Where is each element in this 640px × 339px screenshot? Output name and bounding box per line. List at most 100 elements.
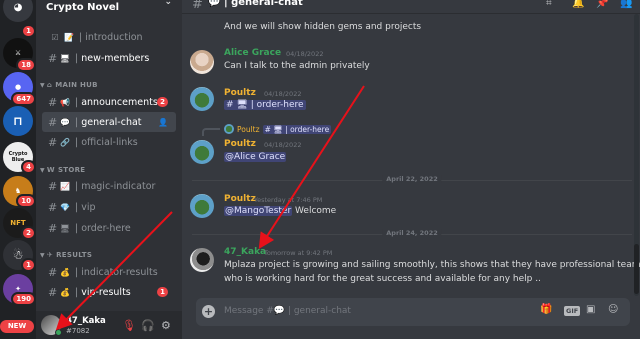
threads-icon[interactable]: ⌗ bbox=[546, 0, 552, 9]
message-author[interactable]: 47_Kaka bbox=[224, 247, 266, 257]
channel-emoji: 📝 bbox=[64, 32, 74, 42]
hash-icon: # bbox=[48, 221, 58, 235]
sticker-icon[interactable]: ▣ bbox=[586, 304, 595, 315]
category-main-hub[interactable]: ▼ ⌂ MAIN HUB bbox=[40, 79, 176, 91]
rocket-icon: ✈ bbox=[46, 251, 54, 259]
house-icon: ⌂ bbox=[46, 81, 53, 89]
avatar[interactable] bbox=[190, 140, 214, 164]
checkbox-icon: ☑ bbox=[51, 32, 59, 42]
message-author[interactable]: Poultz bbox=[224, 139, 256, 149]
rail-badge: 18 bbox=[16, 58, 36, 72]
pin-icon[interactable]: 📌 bbox=[596, 0, 608, 9]
channel-emoji: 🔗 bbox=[60, 137, 70, 147]
rail-badge: 10 bbox=[16, 194, 36, 208]
date-divider: April 22, 2022 bbox=[192, 175, 632, 183]
channel-indicator-results[interactable]: # 💰 | indicator-results bbox=[42, 262, 176, 282]
channel-official-links[interactable]: # 🔗 | official-links bbox=[42, 132, 176, 152]
mute-microphone-icon[interactable]: 🎙 bbox=[122, 319, 136, 332]
gift-icon[interactable]: 🎁 bbox=[540, 304, 552, 315]
channel-sidebar: Crypto Novel ⌄ ☑ 📝 | introduction # 🖥 | … bbox=[36, 0, 182, 339]
channel-general-chat[interactable]: # 💬 | general-chat 👤 bbox=[42, 112, 176, 132]
user-mention[interactable]: @Alice Grace bbox=[224, 152, 287, 162]
rail-badge: 1 bbox=[21, 258, 36, 272]
scrollbar[interactable] bbox=[634, 14, 639, 296]
separator: | bbox=[79, 31, 83, 43]
mention-badge: 2 bbox=[157, 97, 168, 107]
members-icon[interactable]: 👥 bbox=[620, 0, 632, 9]
avatar[interactable] bbox=[190, 248, 214, 272]
channel-emoji: 💎 bbox=[60, 202, 70, 212]
channel-name: announcements bbox=[81, 96, 158, 108]
channel-name: general-chat bbox=[231, 0, 303, 8]
add-attachment-icon[interactable]: + bbox=[202, 305, 215, 318]
emoji-icon[interactable]: ☺ bbox=[608, 304, 618, 315]
channel-name: vip-results bbox=[81, 286, 131, 298]
category-store[interactable]: ▼ W STORE bbox=[40, 164, 176, 176]
channel-order-here[interactable]: # 🖥 | order-here bbox=[42, 218, 176, 238]
message-composer[interactable]: + Message #💬 | general-chat 🎁 GIF ▣ ☺ bbox=[196, 298, 630, 326]
rail-badge: 647 bbox=[11, 92, 36, 106]
avatar[interactable] bbox=[190, 87, 214, 111]
separator: | bbox=[75, 116, 79, 128]
message-input[interactable]: Message #💬 | general-chat bbox=[224, 306, 351, 316]
channel-name: vip bbox=[81, 201, 96, 213]
message-author[interactable]: Poultz bbox=[224, 194, 256, 204]
headphones-icon[interactable]: 🎧 bbox=[141, 319, 155, 332]
chevron-down-icon: ▼ bbox=[40, 166, 45, 174]
server-icon[interactable]: ⊓ bbox=[3, 106, 33, 136]
channel-name: general-chat bbox=[81, 116, 142, 128]
scrollbar-thumb[interactable] bbox=[634, 244, 639, 294]
message-text: @MangoTester Welcome bbox=[224, 206, 336, 216]
category-label: RESULTS bbox=[56, 251, 93, 259]
user-mention[interactable]: @MangoTester bbox=[224, 206, 293, 216]
message-timestamp: 04/18/2022 bbox=[264, 90, 302, 98]
channel-magic-indicator[interactable]: # 📈 | magic-indicator bbox=[42, 176, 176, 196]
channel-link[interactable]: # 🖥 | order-here bbox=[262, 124, 332, 134]
chevron-down-icon: ▼ bbox=[40, 81, 45, 89]
guild-header[interactable]: Crypto Novel ⌄ bbox=[36, 0, 182, 14]
chevron-down-icon: ⌄ bbox=[164, 0, 172, 7]
channel-emoji: 🖥 bbox=[59, 223, 71, 233]
separator: | bbox=[75, 180, 79, 192]
channel-emoji: 📢 bbox=[60, 97, 70, 107]
category-label: MAIN HUB bbox=[55, 81, 98, 89]
date-label: April 24, 2022 bbox=[382, 229, 442, 237]
add-member-icon[interactable]: 👤 bbox=[158, 118, 168, 127]
hash-icon: # bbox=[48, 95, 58, 109]
message-body: Welcome bbox=[292, 206, 337, 216]
avatar[interactable] bbox=[190, 50, 214, 74]
home-button[interactable]: ◕ bbox=[3, 0, 33, 22]
channel-vip-results[interactable]: # 💰 | vip-results 1 bbox=[42, 282, 176, 302]
rail-badge: 2 bbox=[21, 226, 36, 240]
message-timestamp: Tomorrow at 9:42 PM bbox=[264, 249, 333, 257]
bell-icon[interactable]: 🔔 bbox=[572, 0, 584, 9]
gear-icon[interactable]: ⚙ bbox=[161, 319, 171, 332]
reply-connector bbox=[202, 128, 220, 136]
placeholder-prefix: Message #💬 | bbox=[224, 306, 294, 316]
gif-button[interactable]: GIF bbox=[564, 306, 581, 316]
avatar[interactable] bbox=[190, 194, 214, 218]
category-results[interactable]: ▼ ✈ RESULTS bbox=[40, 249, 176, 261]
hash-icon: # bbox=[48, 265, 58, 279]
server-emblem-icon: ● bbox=[14, 83, 22, 91]
reply-author: Poultz bbox=[237, 124, 260, 134]
channel-header: # 💬 | general-chat ⌗ 🔔 📌 👥 bbox=[182, 0, 640, 14]
reply-preview[interactable]: Poultz # 🖥 | order-here bbox=[224, 124, 332, 134]
new-badge[interactable]: NEW bbox=[0, 320, 34, 333]
username[interactable]: 47_Kaka bbox=[66, 316, 106, 326]
server-emblem-icon: ⊓ bbox=[13, 114, 23, 128]
channel-vip[interactable]: # 💎 | vip bbox=[42, 197, 176, 217]
channel-new-members[interactable]: # 🖥 | new-members bbox=[42, 48, 176, 68]
message-author[interactable]: Poultz bbox=[224, 88, 256, 98]
channel-announcements[interactable]: # 📢 | announcements 2 bbox=[42, 92, 176, 112]
hash-icon: # bbox=[48, 200, 58, 214]
reply-avatar bbox=[224, 124, 234, 134]
channel-introduction[interactable]: ☑ 📝 | introduction bbox=[42, 27, 176, 47]
channel-title: 💬 | general-chat bbox=[208, 0, 303, 8]
channel-link[interactable]: # 🖥 | order-here bbox=[224, 100, 306, 110]
discord-app: ◕ 1 ⚔ 18 ● 647 ⊓ Crypto Blue 4 ♞ 10 NFT … bbox=[0, 0, 640, 339]
channel-name: order-here bbox=[81, 222, 131, 234]
hash-icon: # bbox=[48, 51, 58, 65]
message-text: who is working hard for the great succes… bbox=[224, 274, 541, 284]
message-author[interactable]: Alice Grace bbox=[224, 48, 281, 58]
